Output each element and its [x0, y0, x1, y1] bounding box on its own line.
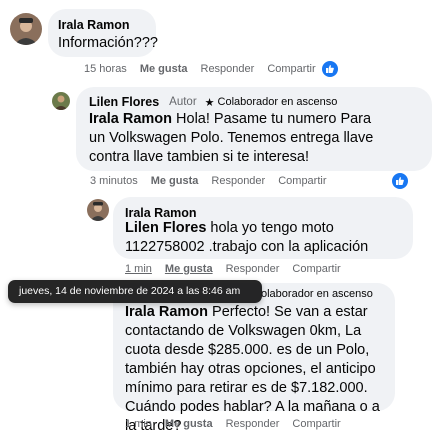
reply-button[interactable]: Responder [226, 263, 280, 275]
comment-actions: 1 min Me gusta Responder Compartir [125, 416, 347, 432]
comment-header: Lilen Flores Autor ★ Colaborador en asce… [89, 94, 337, 110]
like-button[interactable]: Me gusta [165, 263, 213, 275]
comment-time[interactable]: 3 minutos [90, 175, 138, 187]
share-button[interactable]: Compartir [292, 263, 340, 275]
avatar-irala-ramon[interactable] [87, 199, 109, 221]
like-reaction-icon[interactable] [392, 173, 408, 189]
mention-link[interactable]: Lilen Flores [125, 220, 206, 236]
comment-bubble: Irala Ramon Información??? [48, 9, 158, 57]
comment-time[interactable]: 1 min [125, 418, 152, 430]
comment-text: Información??? [58, 35, 158, 51]
reply-button[interactable]: Responder [211, 175, 265, 187]
comment-body: Perfecto! Se van a estar contactando de … [125, 304, 380, 434]
share-button[interactable]: Compartir [292, 418, 340, 430]
comment-text: Lilen Flores hola yo tengo moto 11227580… [125, 219, 410, 257]
comment-author[interactable]: Lilen Flores [89, 94, 159, 110]
like-button[interactable]: Me gusta [140, 63, 188, 75]
star-icon: ★ [204, 96, 215, 109]
comment-actions: 15 horas Me gusta Responder Compartir [84, 61, 338, 77]
mention-link[interactable]: Irala Ramon [125, 304, 208, 320]
timestamp-tooltip: jueves, 14 de noviembre de 2024 a las 8:… [8, 280, 262, 303]
comment-actions: 3 minutos Me gusta Responder Compartir [90, 173, 327, 189]
reply-button[interactable]: Responder [201, 63, 255, 75]
contributor-badge: Colaborador en ascenso [217, 96, 338, 108]
mention-link[interactable]: Irala Ramon [89, 111, 172, 127]
avatar-irala-ramon[interactable] [10, 13, 42, 45]
comment-header: olaborador en ascenso [261, 288, 373, 300]
comment-bubble: Irala Ramon Lilen Flores hola yo tengo m… [113, 197, 413, 259]
share-button[interactable]: Compartir [267, 63, 315, 75]
comment-actions: 1 min Me gusta Responder Compartir [125, 261, 347, 277]
comment-author[interactable]: Irala Ramon [58, 17, 130, 33]
like-button[interactable]: Me gusta [151, 175, 199, 187]
like-button[interactable]: Me gusta [165, 418, 213, 430]
comment-time[interactable]: 1 min [125, 263, 152, 275]
reply-button[interactable]: Responder [226, 418, 280, 430]
avatar-lilen-flores[interactable] [52, 92, 70, 110]
comment-text: Irala Ramon Hola! Pasame tu numero Para … [89, 110, 389, 167]
comment-time[interactable]: 15 horas [84, 63, 127, 75]
contributor-badge: olaborador en ascenso [261, 288, 373, 300]
author-role: Autor [169, 96, 197, 108]
share-button[interactable]: Compartir [278, 175, 326, 187]
comment-bubble: Lilen Flores Autor ★ Colaborador en asce… [76, 87, 432, 171]
like-reaction-icon[interactable] [321, 61, 338, 77]
